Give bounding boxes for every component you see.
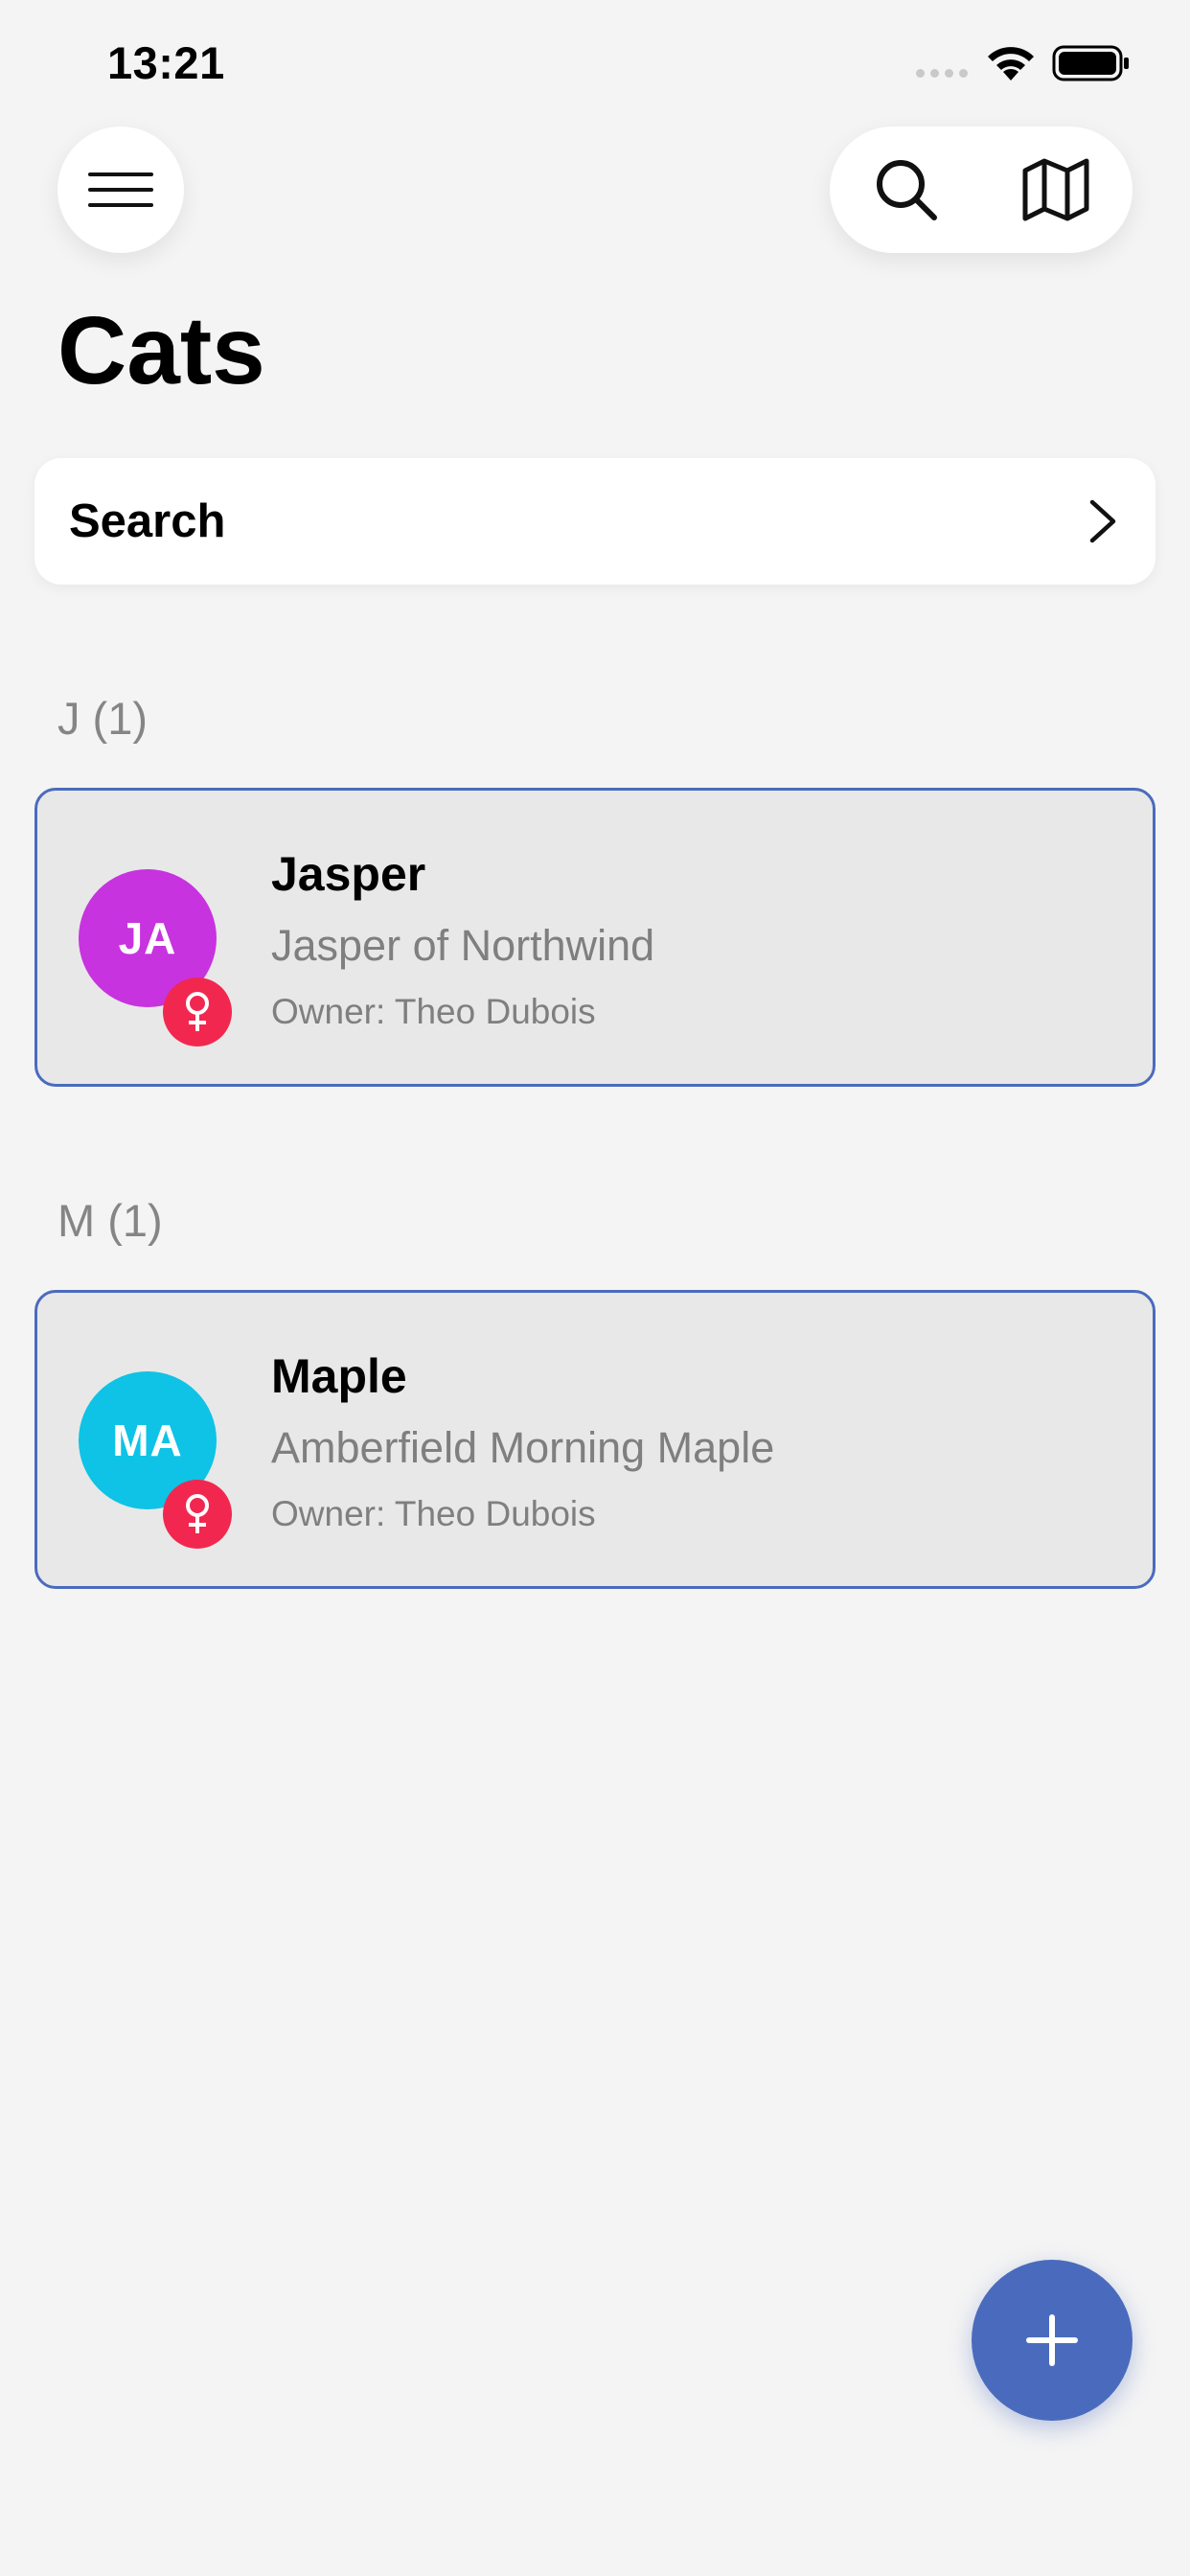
hamburger-icon [88, 172, 153, 207]
map-button[interactable] [1018, 151, 1094, 228]
section-header: M (1) [57, 1195, 163, 1246]
cellular-signal-icon [916, 69, 968, 78]
cat-full-name: Jasper of Northwind [271, 921, 655, 970]
cat-name: Jasper [271, 847, 426, 901]
header-actions [830, 126, 1133, 253]
gender-badge [163, 1480, 232, 1549]
cat-name: Maple [271, 1349, 407, 1403]
female-icon [186, 992, 209, 1031]
search-icon [877, 160, 937, 220]
search-label: Search [69, 495, 226, 547]
cat-card[interactable]: MA Maple Amberfield Morning Maple Owner:… [34, 1290, 1156, 1589]
section-header: J (1) [57, 693, 148, 744]
menu-button[interactable] [57, 126, 184, 253]
plus-icon [1026, 2314, 1078, 2366]
search-button[interactable] [868, 151, 945, 228]
status-bar: 13:21 [0, 0, 1190, 125]
battery-icon [1052, 45, 1129, 81]
map-icon [1022, 158, 1089, 221]
cat-card[interactable]: JA Jasper Jasper of Northwind Owner: The… [34, 788, 1156, 1087]
wifi-icon [988, 47, 1034, 80]
chevron-right-icon [1089, 499, 1116, 543]
gender-badge [163, 978, 232, 1046]
female-icon [186, 1494, 209, 1533]
cat-owner: Owner: Theo Dubois [271, 992, 596, 1031]
page-title: Cats [57, 297, 265, 404]
cat-full-name: Amberfield Morning Maple [271, 1423, 775, 1472]
add-cat-button[interactable] [972, 2260, 1133, 2421]
search-bar[interactable]: Search [34, 458, 1156, 585]
cat-owner: Owner: Theo Dubois [271, 1494, 596, 1533]
status-time: 13:21 [107, 37, 225, 88]
